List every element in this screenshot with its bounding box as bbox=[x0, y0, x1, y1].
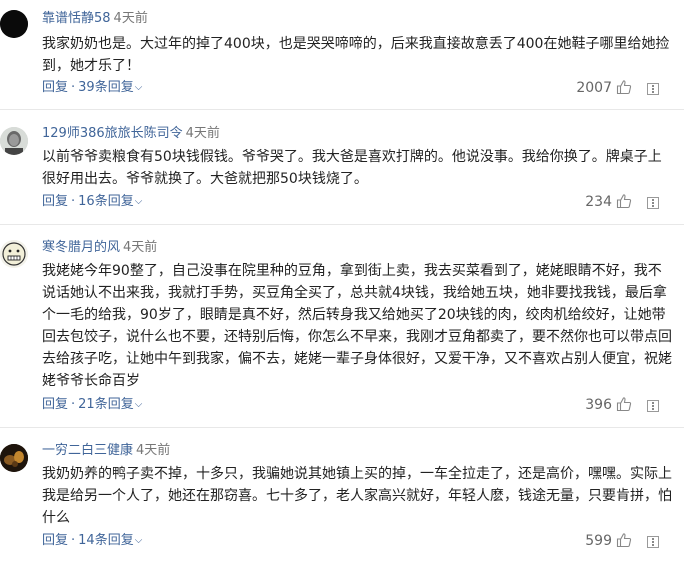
more-options-button[interactable] bbox=[647, 400, 659, 412]
replies-toggle[interactable]: 21条回复⌵ bbox=[78, 397, 142, 412]
username[interactable]: 寒冬腊月的风 bbox=[42, 240, 120, 255]
reply-button[interactable]: 回复 bbox=[42, 397, 68, 412]
more-options-button[interactable] bbox=[647, 83, 659, 95]
replies-count: 39条回复 bbox=[78, 80, 134, 95]
username[interactable]: 一穷二白三健康 bbox=[42, 443, 133, 458]
comment-text: 以前爷爷卖粮食有50块钱假钱。爷爷哭了。我大爸是喜欢打牌的。他说没事。我给你换了… bbox=[42, 149, 662, 187]
chevron-down-icon: ⌵ bbox=[134, 399, 143, 410]
comment-text: 我奶奶养的鸭子卖不掉，十多只，我骗她说其她镇上买的掉，一车全拉走了，还是高价，嘿… bbox=[42, 466, 672, 526]
replies-toggle[interactable]: 14条回复⌵ bbox=[78, 533, 142, 548]
replies-count: 16条回复 bbox=[78, 194, 134, 209]
thumbs-up-icon[interactable] bbox=[616, 193, 632, 209]
avatar[interactable] bbox=[0, 444, 28, 472]
chevron-down-icon: ⌵ bbox=[134, 82, 143, 93]
divider bbox=[0, 427, 684, 428]
separator: · bbox=[71, 397, 76, 412]
like-count: 234 bbox=[585, 194, 612, 210]
replies-toggle[interactable]: 16条回复⌵ bbox=[78, 194, 142, 209]
timestamp: 4天前 bbox=[123, 240, 158, 255]
reply-button[interactable]: 回复 bbox=[42, 533, 68, 548]
separator: · bbox=[71, 80, 76, 95]
separator: · bbox=[71, 194, 76, 209]
replies-count: 14条回复 bbox=[78, 533, 134, 548]
black-circle-avatar-icon bbox=[0, 10, 28, 38]
divider bbox=[0, 109, 684, 110]
reply-button[interactable]: 回复 bbox=[42, 194, 68, 209]
thumbs-up-icon[interactable] bbox=[616, 79, 632, 95]
dark-photo-avatar-icon bbox=[0, 444, 28, 472]
username[interactable]: 靠谱恬静58 bbox=[42, 11, 111, 26]
timestamp: 4天前 bbox=[185, 126, 220, 141]
thumbs-up-icon[interactable] bbox=[616, 396, 632, 412]
thumbs-up-icon[interactable] bbox=[616, 532, 632, 548]
like-count: 396 bbox=[585, 397, 612, 413]
portrait-avatar-icon bbox=[0, 127, 28, 155]
avatar[interactable] bbox=[0, 127, 28, 155]
comment-text: 我家奶奶也是。大过年的掉了400块，也是哭哭啼啼的，后来我直接故意丢了400在她… bbox=[42, 36, 670, 74]
timestamp: 4天前 bbox=[136, 443, 171, 458]
like-count: 2007 bbox=[576, 80, 612, 96]
chevron-down-icon: ⌵ bbox=[134, 535, 143, 546]
username[interactable]: 129师386旅旅长陈司令 bbox=[42, 126, 183, 141]
comment-text: 我姥姥今年90整了，自己没事在院里种的豆角，拿到街上卖，我去买菜看到了，姥姥眼睛… bbox=[42, 263, 672, 389]
reply-button[interactable]: 回复 bbox=[42, 80, 68, 95]
chevron-down-icon: ⌵ bbox=[134, 196, 143, 207]
separator: · bbox=[71, 533, 76, 548]
like-count: 599 bbox=[585, 533, 612, 549]
cartoon-face-avatar-icon bbox=[0, 240, 28, 268]
avatar[interactable] bbox=[0, 240, 28, 268]
more-options-button[interactable] bbox=[647, 197, 659, 209]
more-options-button[interactable] bbox=[647, 536, 659, 548]
replies-toggle[interactable]: 39条回复⌵ bbox=[78, 80, 142, 95]
avatar[interactable] bbox=[0, 10, 28, 38]
divider bbox=[0, 224, 684, 225]
replies-count: 21条回复 bbox=[78, 397, 134, 412]
timestamp: 4天前 bbox=[113, 11, 148, 26]
